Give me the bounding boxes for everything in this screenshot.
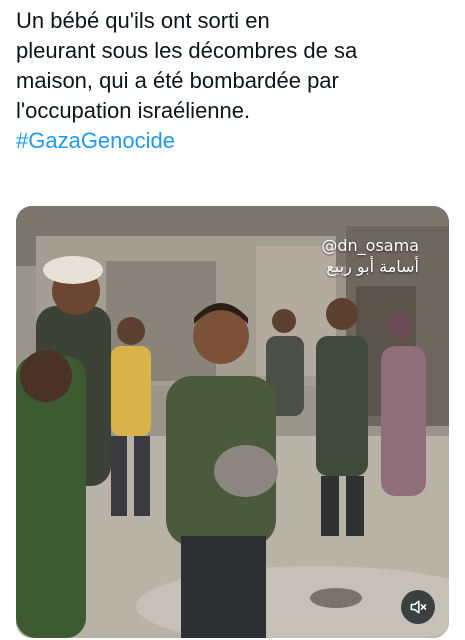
watermark-arabic-name: أسامة أبو ربيع (326, 257, 419, 276)
tweet-text: Un bébé qu'ils ont sorti en pleurant sou… (16, 6, 456, 156)
tweet-text-line-1: Un bébé qu'ils ont sorti en (16, 8, 270, 33)
speaker-muted-icon (410, 600, 427, 614)
tweet-text-line-3: maison, qui a été bombardée par (16, 68, 339, 93)
watermark-handle: @dn_osama (321, 236, 419, 255)
video-player[interactable]: @dn_osama أسامة أبو ربيع (16, 206, 449, 638)
hashtag-link[interactable]: #GazaGenocide (16, 126, 456, 156)
video-watermark: @dn_osama أسامة أبو ربيع (321, 236, 419, 278)
tweet-text-line-4: l'occupation israélienne. (16, 98, 251, 123)
tweet-text-line-2: pleurant sous les décombres de sa (16, 38, 358, 63)
unmute-button[interactable] (401, 590, 435, 624)
